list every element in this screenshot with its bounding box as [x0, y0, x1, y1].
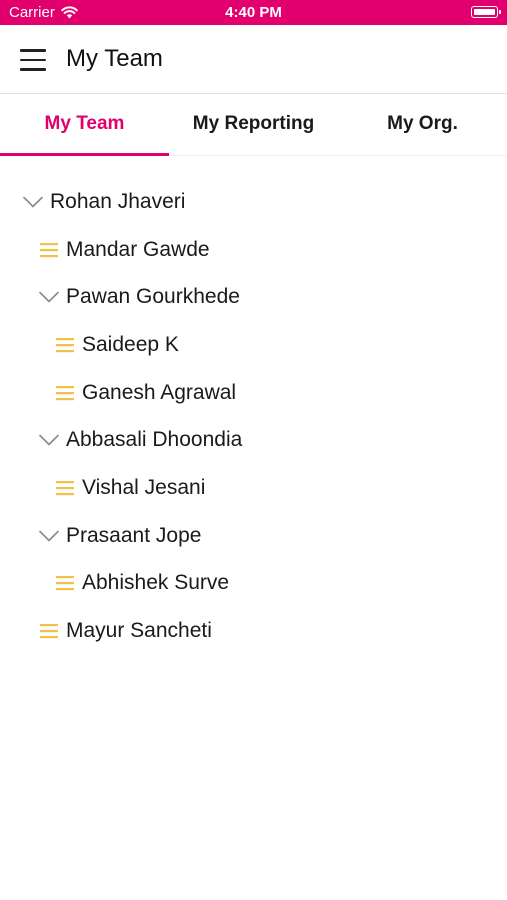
- tree-node-label: Pawan Gourkhede: [66, 285, 240, 309]
- tree-node-label: Mandar Gawde: [66, 237, 210, 261]
- battery-icon: [471, 6, 501, 18]
- page-title: My Team: [66, 45, 163, 72]
- tree-node[interactable]: Vishal Jesani: [0, 464, 507, 512]
- status-time: 4:40 PM: [225, 4, 282, 21]
- tree-node[interactable]: Abbasali Dhoondia: [0, 416, 507, 464]
- tree-node[interactable]: Rohan Jhaveri: [0, 178, 507, 226]
- status-bar: Carrier 4:40 PM: [0, 0, 507, 25]
- tab-my-org[interactable]: My Org.: [338, 94, 507, 155]
- list-lines-icon: [54, 385, 76, 401]
- tree-node[interactable]: Saideep K: [0, 321, 507, 369]
- chevron-down-icon[interactable]: [38, 291, 60, 303]
- list-lines-icon: [54, 480, 76, 496]
- tab-my-reporting[interactable]: My Reporting: [169, 94, 338, 155]
- navigation-bar: My Team: [0, 25, 507, 94]
- tree-node-label: Abhishek Surve: [82, 571, 230, 595]
- tree-node-label: Vishal Jesani: [82, 475, 206, 499]
- hamburger-menu-icon[interactable]: [20, 49, 46, 71]
- chevron-down-icon[interactable]: [22, 196, 44, 208]
- tree-node[interactable]: Mayur Sancheti: [0, 607, 507, 655]
- tree-node-label: Ganesh Agrawal: [82, 380, 237, 404]
- tree-node[interactable]: Pawan Gourkhede: [0, 273, 507, 321]
- list-lines-icon: [54, 337, 76, 353]
- tree-node-label: Prasaant Jope: [66, 523, 202, 547]
- tab-my-team[interactable]: My Team: [0, 94, 169, 156]
- tree-node[interactable]: Prasaant Jope: [0, 512, 507, 560]
- chevron-down-icon[interactable]: [38, 530, 60, 542]
- tab-bar: My Team My Reporting My Org.: [0, 94, 507, 156]
- tree-node[interactable]: Ganesh Agrawal: [0, 369, 507, 417]
- team-tree: Rohan Jhaveri Mandar Gawde Pawan Gourkhede…: [0, 156, 507, 655]
- tree-node-label: Saideep K: [82, 332, 179, 356]
- tree-node-label: Rohan Jhaveri: [50, 189, 186, 213]
- list-lines-icon: [38, 242, 60, 258]
- chevron-down-icon[interactable]: [38, 434, 60, 446]
- list-lines-icon: [54, 575, 76, 591]
- tree-node[interactable]: Mandar Gawde: [0, 226, 507, 274]
- tree-node-label: Abbasali Dhoondia: [66, 428, 243, 452]
- tree-node-label: Mayur Sancheti: [66, 619, 212, 643]
- tree-node[interactable]: Abhishek Surve: [0, 560, 507, 608]
- list-lines-icon: [38, 623, 60, 639]
